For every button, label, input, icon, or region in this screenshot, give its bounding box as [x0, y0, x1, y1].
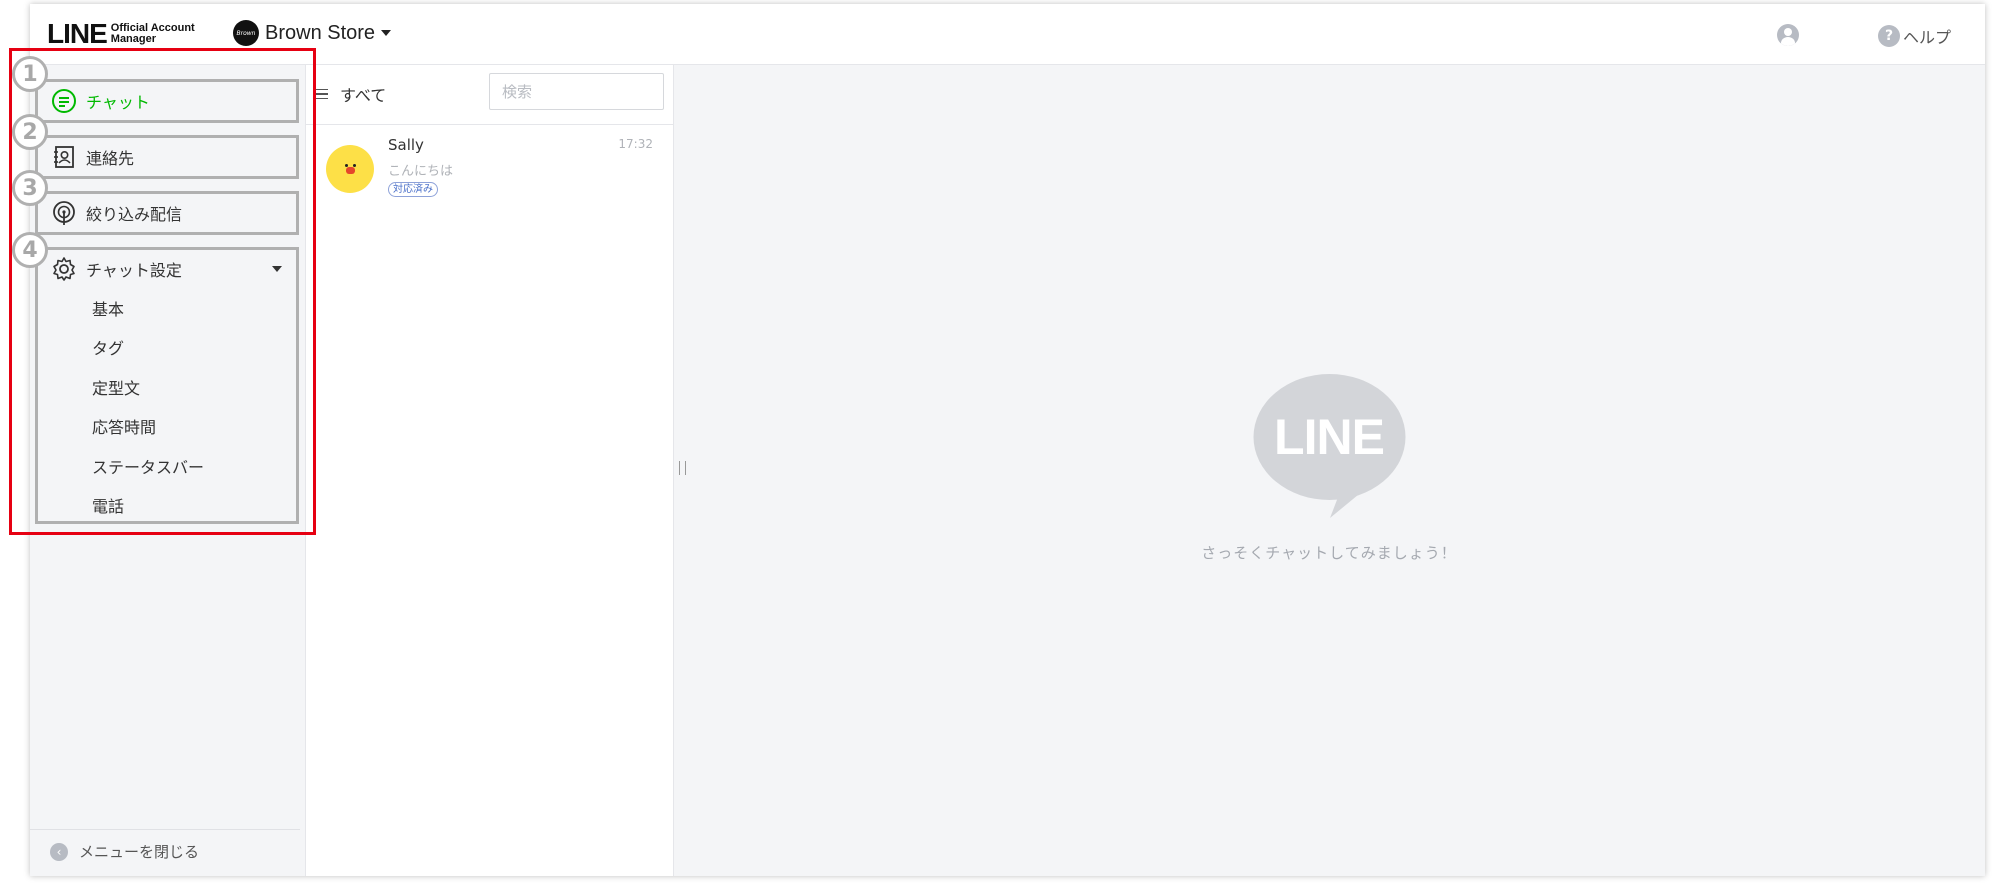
annotation-number-2: 2	[12, 114, 48, 150]
sidebar-item-settings-box: チャット設定 基本 タグ 定型文 応答時間 ステータスバー 電話	[35, 247, 299, 524]
account-avatar: Brown	[233, 20, 259, 46]
chat-bubble-icon	[50, 87, 78, 115]
chevron-left-icon: ‹	[50, 842, 68, 861]
close-menu-button[interactable]: ‹ メニューを閉じる	[50, 841, 199, 862]
top-header: LINE Official Account Manager Brown Brow…	[30, 4, 1985, 65]
chat-main-area: LINE さっそくチャットしてみましょう！	[674, 65, 1985, 876]
sidebar-item-label: チャット設定	[86, 261, 182, 280]
chat-last-message: こんにちは	[388, 164, 454, 179]
line-logo-text: LINE	[1274, 409, 1385, 465]
sidebar-item-label: チャット	[86, 93, 150, 112]
sidebar-item-chat-box: チャット	[35, 79, 299, 123]
account-switcher[interactable]: Brown Brown Store	[233, 20, 392, 46]
logo-subtitle-line2: Manager	[110, 33, 157, 45]
chat-timestamp: 17:32	[618, 137, 653, 151]
sidebar-item-contacts-box: 連絡先	[35, 135, 299, 179]
sidebar-item-contacts[interactable]: 連絡先	[38, 138, 296, 176]
submenu-item-basic[interactable]: 基本	[38, 288, 296, 328]
empty-state-message: さっそくチャットしてみましょう！	[1201, 544, 1457, 562]
annotation-number-4: 4	[12, 232, 48, 268]
annotation-number-3: 3	[12, 170, 48, 206]
chat-contact-name: Sally	[388, 136, 424, 154]
submenu-item-status-bar[interactable]: ステータスバー	[38, 446, 296, 486]
submenu-item-templates[interactable]: 定型文	[38, 367, 296, 407]
resize-handle[interactable]	[679, 461, 686, 475]
submenu-item-phone[interactable]: 電話	[38, 486, 296, 526]
chat-list-item[interactable]: Sally 17:32 こんにちは 対応済み	[306, 125, 673, 205]
avatar-beak	[346, 167, 355, 174]
sidebar-item-label: 連絡先	[86, 149, 135, 168]
search-input[interactable]	[489, 73, 664, 110]
chat-list-header: すべて	[306, 65, 673, 125]
logo-line-text: LINE	[47, 18, 108, 49]
sidebar-item-broadcast-box: 絞り込み配信	[35, 191, 299, 235]
chevron-down-icon	[381, 30, 392, 36]
sidebar: チャット 連絡先 絞り込み配信 チャット設定 基本 タグ 定型文 応答時間 ステ…	[30, 65, 306, 876]
sidebar-item-narrowcast[interactable]: 絞り込み配信	[38, 194, 296, 232]
chat-filter-dropdown[interactable]: すべて	[316, 82, 386, 106]
user-profile-icon[interactable]	[1777, 24, 1799, 46]
gear-icon	[50, 255, 78, 283]
app-window: LINE Official Account Manager Brown Brow…	[9, 4, 1985, 876]
help-label: ヘルプ	[1903, 28, 1952, 47]
contact-card-icon	[50, 143, 78, 171]
chevron-down-icon[interactable]	[272, 266, 282, 272]
sidebar-item-chat-settings[interactable]: チャット設定	[38, 250, 296, 288]
annotation-number-1: 1	[12, 56, 48, 92]
close-menu-label: メニューを閉じる	[79, 843, 200, 861]
help-button[interactable]: ? ヘルプ	[1878, 24, 1951, 48]
menu-icon	[316, 88, 328, 100]
sidebar-item-chat[interactable]: チャット	[38, 82, 296, 120]
submenu-item-tags[interactable]: タグ	[38, 328, 296, 368]
line-oa-logo[interactable]: LINE Official Account Manager	[47, 18, 195, 50]
chat-list-panel: すべて Sally 17:32 こんにちは 対応済み	[306, 65, 674, 876]
sidebar-item-label: 絞り込み配信	[86, 205, 183, 224]
account-name: Brown Store	[265, 21, 376, 44]
filter-label: すべて	[340, 86, 387, 105]
avatar	[326, 145, 374, 193]
broadcast-icon	[50, 199, 78, 227]
sidebar-divider	[30, 829, 300, 830]
logo-subtitle: Official Account Manager	[111, 23, 195, 45]
status-badge: 対応済み	[388, 182, 438, 197]
empty-state: LINE さっそくチャットしてみましょう！	[1194, 370, 1464, 563]
line-logo-bubble: LINE	[1252, 370, 1407, 520]
submenu-item-response-hours[interactable]: 応答時間	[38, 407, 296, 447]
question-icon: ?	[1878, 25, 1900, 47]
